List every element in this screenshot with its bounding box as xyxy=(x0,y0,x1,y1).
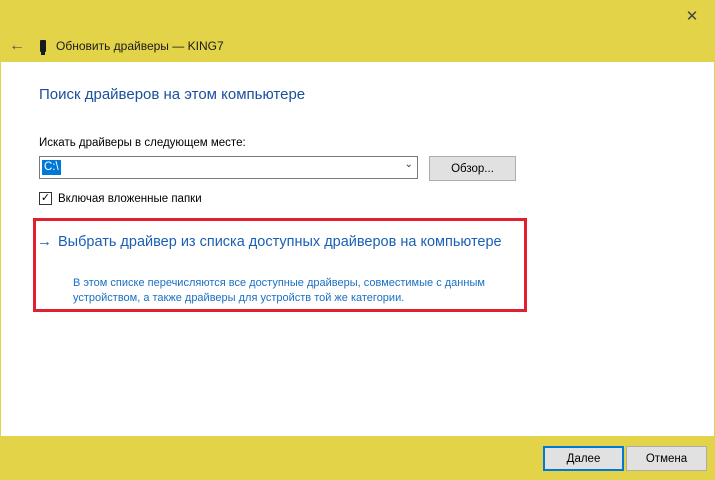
search-location-value[interactable]: C:\ xyxy=(42,160,61,175)
page-heading: Поиск драйверов на этом компьютере xyxy=(39,86,306,103)
search-location-label: Искать драйверы в следующем месте: xyxy=(39,137,246,149)
include-subfolders-checkbox[interactable]: ✓ xyxy=(39,192,52,205)
back-button[interactable]: ← xyxy=(0,30,34,62)
pick-driver-description[interactable]: В этом списке перечисляются все доступны… xyxy=(73,276,523,306)
search-location-combobox[interactable]: C:\ ⌄ xyxy=(39,156,418,179)
pick-driver-title[interactable]: Выбрать драйвер из списка доступных драй… xyxy=(58,232,502,252)
include-subfolders-option[interactable]: ✓ Включая вложенные папки xyxy=(39,192,202,205)
close-icon: ✕ xyxy=(685,8,699,25)
close-button[interactable]: ✕ xyxy=(669,0,715,32)
title-bar: ← Обновить драйверы — KING7 xyxy=(0,30,715,62)
include-subfolders-label[interactable]: Включая вложенные папки xyxy=(58,193,202,205)
update-drivers-window: ✕ ← Обновить драйверы — KING7 Поиск драй… xyxy=(0,0,715,480)
cancel-button[interactable]: Отмена xyxy=(626,446,707,471)
window-title: Обновить драйверы — KING7 xyxy=(56,39,224,53)
browse-button[interactable]: Обзор... xyxy=(429,156,516,181)
pick-driver-link[interactable]: → Выбрать драйвер из списка доступных др… xyxy=(37,232,517,252)
usb-device-icon xyxy=(40,40,46,55)
next-button[interactable]: Далее xyxy=(543,446,624,471)
arrow-left-icon: ← xyxy=(9,37,25,54)
chevron-down-icon[interactable]: ⌄ xyxy=(405,159,413,170)
arrow-right-icon[interactable]: → xyxy=(37,232,52,252)
